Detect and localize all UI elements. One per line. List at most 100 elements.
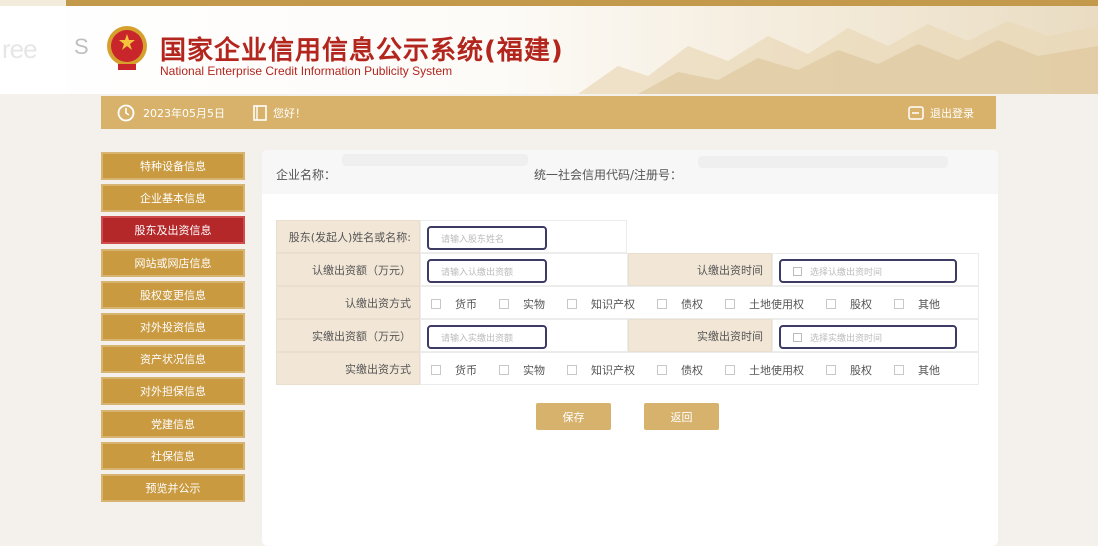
checkbox[interactable] bbox=[826, 364, 836, 375]
option-label: 其他 bbox=[918, 363, 940, 377]
checkbox[interactable] bbox=[567, 364, 577, 375]
method-option[interactable]: 实物 bbox=[499, 296, 545, 312]
method-option[interactable]: 其他 bbox=[894, 362, 940, 378]
method-option[interactable]: 实物 bbox=[499, 362, 545, 378]
subscribed-amount-label: 认缴出资额（万元） bbox=[276, 253, 420, 286]
method-option[interactable]: 知识产权 bbox=[567, 362, 635, 378]
form-row-subscribed: 认缴出资额（万元） 请输入认缴出资额 认缴出资时间 选择认缴出资时间 bbox=[276, 253, 979, 286]
subscribed-amount-cell: 请输入认缴出资额 bbox=[420, 253, 628, 286]
option-label: 股权 bbox=[850, 363, 872, 377]
method-option[interactable]: 股权 bbox=[826, 296, 872, 312]
logout-icon bbox=[908, 106, 924, 120]
system-subtitle: National Enterprise Credit Information P… bbox=[160, 64, 453, 78]
sidebar-item-preview-publish[interactable]: 预览并公示 bbox=[101, 473, 245, 502]
paid-date-picker[interactable]: 选择实缴出资时间 bbox=[779, 325, 957, 349]
method-option[interactable]: 土地使用权 bbox=[725, 296, 804, 312]
subscribed-date-placeholder: 选择认缴出资时间 bbox=[810, 267, 883, 278]
form-row-shareholder: 股东(发起人)姓名或名称: 请输入股东姓名 bbox=[276, 220, 628, 253]
paid-amount-label: 实缴出资额（万元） bbox=[276, 319, 420, 352]
sidebar-item-label: 股权变更信息 bbox=[140, 288, 206, 302]
subscribed-method-cell: 货币 实物 知识产权 债权 土地使用权 股权 其他 bbox=[420, 286, 979, 319]
form-row-paid-method: 实缴出资方式 货币 实物 知识产权 债权 土地使用权 股权 其他 bbox=[276, 352, 979, 385]
checkbox[interactable] bbox=[499, 298, 509, 309]
method-option[interactable]: 知识产权 bbox=[567, 296, 635, 312]
checkbox[interactable] bbox=[657, 298, 667, 309]
subscribed-date-label: 认缴出资时间 bbox=[628, 253, 772, 286]
watermark-text: ree bbox=[2, 34, 38, 64]
system-title: 国家企业信用信息公示系统(福建) bbox=[160, 36, 564, 66]
national-emblem-icon bbox=[107, 26, 147, 70]
sidebar-item-label: 社保信息 bbox=[151, 449, 195, 463]
subscribed-date-picker[interactable]: 选择认缴出资时间 bbox=[779, 259, 957, 283]
option-label: 股权 bbox=[850, 297, 872, 311]
sidebar-item-equity-change[interactable]: 股权变更信息 bbox=[101, 280, 245, 309]
sidebar-item-guarantee[interactable]: 对外担保信息 bbox=[101, 377, 245, 406]
paid-date-placeholder: 选择实缴出资时间 bbox=[810, 333, 883, 344]
option-label: 知识产权 bbox=[591, 363, 635, 377]
checkbox[interactable] bbox=[499, 364, 509, 375]
mountain-decoration bbox=[578, 21, 1098, 94]
paid-method-cell: 货币 实物 知识产权 债权 土地使用权 股权 其他 bbox=[420, 352, 979, 385]
checkbox[interactable] bbox=[567, 298, 577, 309]
option-label: 土地使用权 bbox=[749, 363, 804, 377]
sidebar-item-label: 网站或网店信息 bbox=[134, 256, 212, 270]
shareholder-label: 股东(发起人)姓名或名称: bbox=[276, 220, 420, 253]
checkbox[interactable] bbox=[725, 298, 735, 309]
sidebar-item-label: 特种设备信息 bbox=[140, 160, 206, 173]
paid-method-options: 货币 实物 知识产权 债权 土地使用权 股权 其他 bbox=[431, 353, 962, 386]
checkbox[interactable] bbox=[431, 364, 441, 375]
current-date: 2023年05月5日 bbox=[143, 106, 225, 120]
checkbox[interactable] bbox=[826, 298, 836, 309]
checkbox[interactable] bbox=[657, 364, 667, 375]
sidebar-item-shareholders[interactable]: 股东及出资信息 bbox=[101, 216, 245, 245]
method-option[interactable]: 货币 bbox=[431, 362, 477, 378]
redacted-name bbox=[342, 154, 528, 166]
sidebar-item-label: 对外担保信息 bbox=[140, 385, 206, 399]
method-option[interactable]: 土地使用权 bbox=[725, 362, 804, 378]
method-option[interactable]: 债权 bbox=[657, 362, 703, 378]
method-option[interactable]: 其他 bbox=[894, 296, 940, 312]
calendar-icon bbox=[793, 332, 802, 342]
sidebar-item-label: 党建信息 bbox=[151, 417, 195, 431]
option-label: 土地使用权 bbox=[749, 297, 804, 311]
option-label: 债权 bbox=[681, 297, 703, 311]
user-book-icon bbox=[253, 104, 267, 121]
sidebar-item-label: 资产状况信息 bbox=[140, 353, 206, 367]
option-label: 债权 bbox=[681, 363, 703, 377]
method-option[interactable]: 股权 bbox=[826, 362, 872, 378]
subscribed-amount-input[interactable]: 请输入认缴出资额 bbox=[427, 259, 547, 283]
watermark-patch: ree bbox=[0, 0, 66, 94]
checkbox[interactable] bbox=[894, 364, 904, 375]
sidebar-item-basic-info[interactable]: 企业基本信息 bbox=[101, 184, 245, 213]
checkbox[interactable] bbox=[725, 364, 735, 375]
paid-method-label: 实缴出资方式 bbox=[276, 352, 420, 385]
sidebar-item-assets[interactable]: 资产状况信息 bbox=[101, 345, 245, 374]
method-option[interactable]: 债权 bbox=[657, 296, 703, 312]
form-row-paid: 实缴出资额（万元） 请输入实缴出资额 实缴出资时间 选择实缴出资时间 bbox=[276, 319, 979, 352]
redacted-code bbox=[698, 156, 948, 168]
shareholder-input[interactable]: 请输入股东姓名 bbox=[427, 226, 547, 250]
paid-date-cell: 选择实缴出资时间 bbox=[772, 319, 979, 352]
subscribed-method-label: 认缴出资方式 bbox=[276, 286, 420, 319]
logout-button[interactable]: 退出登录 bbox=[908, 105, 974, 121]
checkbox[interactable] bbox=[894, 298, 904, 309]
back-button[interactable]: 返回 bbox=[644, 403, 719, 430]
enterprise-name-label: 企业名称： bbox=[276, 168, 337, 182]
sidebar-item-label: 预览并公示 bbox=[145, 481, 201, 495]
paid-amount-cell: 请输入实缴出资额 bbox=[420, 319, 628, 352]
sidebar-item-social-security[interactable]: 社保信息 bbox=[101, 441, 245, 470]
sidebar-item-label: 股东及出资信息 bbox=[134, 224, 212, 238]
paid-amount-input[interactable]: 请输入实缴出资额 bbox=[427, 325, 547, 349]
sidebar-item-investment[interactable]: 对外投资信息 bbox=[101, 312, 245, 341]
sidebar-item-special-equipment[interactable]: 特种设备信息 bbox=[101, 152, 245, 180]
option-label: 实物 bbox=[523, 363, 545, 377]
sidebar-item-party[interactable]: 党建信息 bbox=[101, 409, 245, 438]
enterprise-info-row: 企业名称： 统一社会信用代码/注册号： bbox=[262, 150, 998, 194]
checkbox[interactable] bbox=[431, 298, 441, 309]
save-button[interactable]: 保存 bbox=[536, 403, 611, 430]
option-label: 货币 bbox=[455, 297, 477, 311]
sidebar-item-website[interactable]: 网站或网店信息 bbox=[101, 248, 245, 277]
sidebar-item-label: 对外投资信息 bbox=[140, 320, 206, 334]
calendar-icon bbox=[793, 266, 802, 276]
method-option[interactable]: 货币 bbox=[431, 296, 477, 312]
